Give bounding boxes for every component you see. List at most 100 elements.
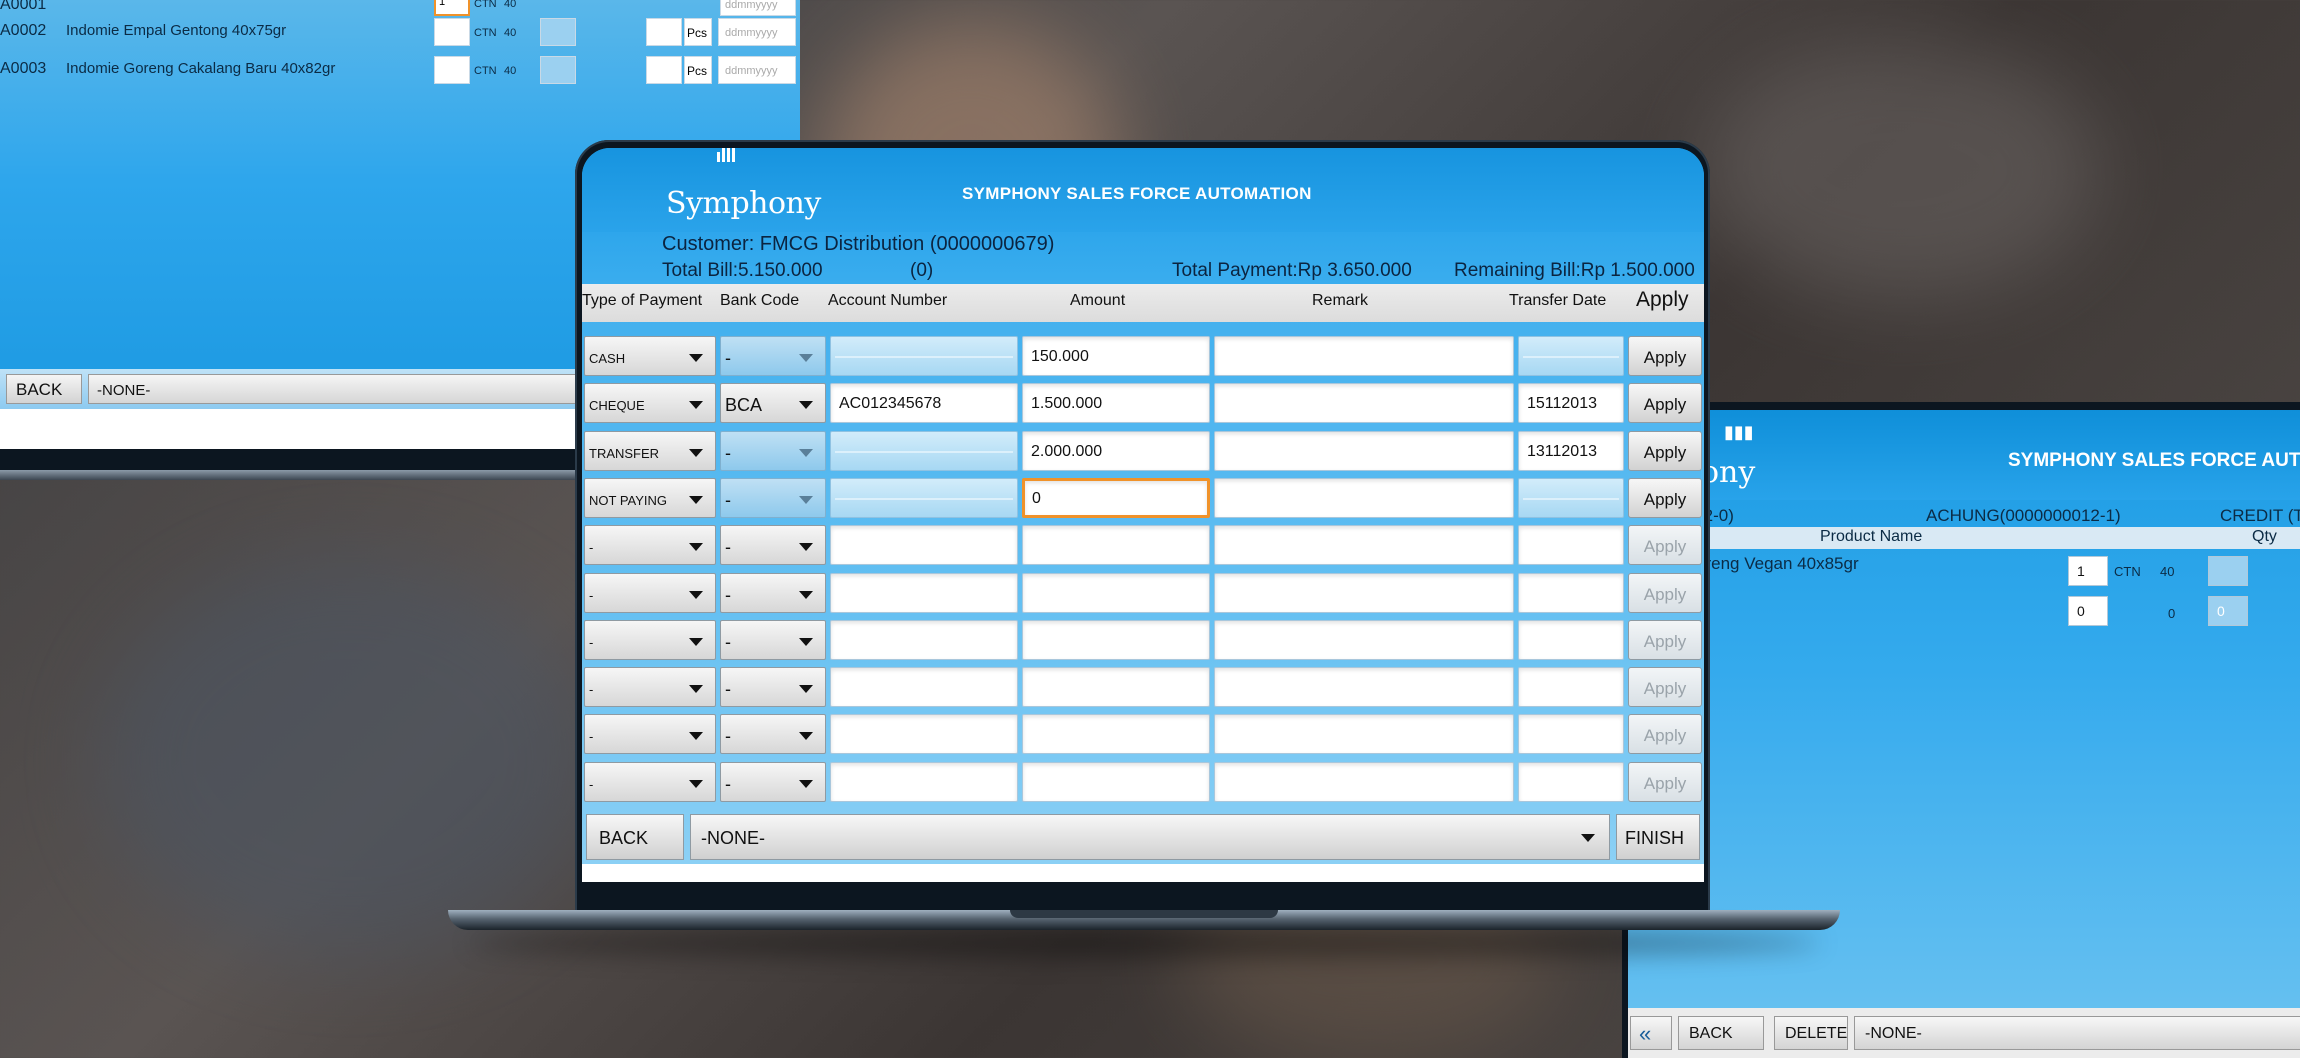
stepper-box[interactable] [540, 18, 576, 46]
transfer-date-input[interactable] [1518, 525, 1624, 565]
account-number-input[interactable] [830, 525, 1018, 565]
bank-code-select[interactable]: BCA [720, 383, 826, 423]
remark-input[interactable] [1214, 714, 1514, 754]
stepper-box[interactable]: 0 [2208, 596, 2248, 626]
amount-input[interactable] [1022, 667, 1210, 707]
column-header: Product Name Qty [1628, 527, 2300, 549]
finish-button[interactable]: FINISH [1616, 814, 1700, 860]
transfer-date-input[interactable] [1518, 762, 1624, 802]
reason-select[interactable]: -NONE- [1854, 1016, 2300, 1050]
apply-button[interactable]: Apply [1628, 667, 1702, 707]
payment-type-select[interactable]: TRANSFER [584, 431, 716, 471]
bank-code-select[interactable]: - [720, 762, 826, 802]
amount-input[interactable] [1022, 714, 1210, 754]
payment-type-select[interactable]: - [584, 714, 716, 754]
payment-type-select[interactable]: - [584, 762, 716, 802]
amount-input[interactable] [1022, 573, 1210, 613]
payment-type-select[interactable]: - [584, 573, 716, 613]
qty-input[interactable]: 1 [2068, 556, 2108, 586]
account-number-input[interactable] [830, 573, 1018, 613]
bank-code-select[interactable]: - [720, 667, 826, 707]
account-number-input[interactable]: AC012345678 [830, 383, 1018, 423]
transfer-date-input[interactable]: 13112013 [1518, 431, 1624, 471]
date-input[interactable]: ddmmyyyy [718, 56, 796, 84]
remark-input[interactable] [1214, 431, 1514, 471]
payment-type-value: - [589, 588, 594, 603]
back-button[interactable]: BACK [6, 374, 82, 404]
payment-type-select[interactable]: CASH [584, 336, 716, 376]
amount-input[interactable] [1022, 762, 1210, 802]
back-button[interactable]: BACK [1678, 1016, 1764, 1050]
account-number-input[interactable] [830, 336, 1018, 376]
remark-input[interactable] [1214, 762, 1514, 802]
apply-button[interactable]: Apply [1628, 573, 1702, 613]
bank-code-select[interactable]: - [720, 336, 826, 376]
bank-code-select[interactable]: - [720, 620, 826, 660]
qty-input[interactable] [434, 56, 470, 84]
remark-input[interactable] [1214, 478, 1514, 518]
transfer-date-input[interactable] [1518, 667, 1624, 707]
date-input[interactable]: ddmmyyyy [718, 18, 796, 46]
apply-button[interactable]: Apply [1628, 478, 1702, 518]
transfer-date-input[interactable] [1518, 620, 1624, 660]
stepper-box[interactable] [540, 56, 576, 84]
transfer-date-input[interactable] [1518, 336, 1624, 376]
qty-input[interactable] [646, 18, 682, 46]
account-number-input[interactable] [830, 620, 1018, 660]
amount-input[interactable]: 150.000 [1022, 336, 1210, 376]
stepper-box[interactable] [2208, 556, 2248, 586]
qty-input[interactable] [646, 56, 682, 84]
qty-input[interactable]: 0 [2068, 596, 2108, 626]
apply-button[interactable]: Apply [1628, 431, 1702, 471]
bank-code-value: - [725, 348, 731, 368]
account-number-input[interactable] [830, 714, 1018, 754]
transfer-date-input[interactable] [1518, 478, 1624, 518]
bank-code-select[interactable]: - [720, 573, 826, 613]
chevron-down-icon [799, 780, 813, 788]
payment-type-select[interactable]: CHEQUE [584, 383, 716, 423]
amount-input[interactable]: 0 [1022, 478, 1210, 518]
apply-button[interactable]: Apply [1628, 525, 1702, 565]
back-button[interactable]: BACK [586, 814, 684, 860]
remark-input[interactable] [1214, 336, 1514, 376]
payment-type-select[interactable]: - [584, 525, 716, 565]
uom-select[interactable]: Pcs [684, 56, 712, 84]
payment-type-select[interactable]: - [584, 667, 716, 707]
right-bottom-bar: « BACK DELETE -NONE- [1628, 1008, 2300, 1058]
apply-button[interactable]: Apply [1628, 714, 1702, 754]
transfer-date-input[interactable] [1518, 714, 1624, 754]
logo: Symphony [666, 186, 821, 221]
apply-button[interactable]: Apply [1628, 336, 1702, 376]
bank-code-select[interactable]: - [720, 431, 826, 471]
chevron-down-icon [689, 496, 703, 504]
account-number-input[interactable] [830, 478, 1018, 518]
uom-select[interactable]: Pcs [684, 18, 712, 46]
transfer-date-input[interactable] [1518, 573, 1624, 613]
remark-input[interactable] [1214, 667, 1514, 707]
qty-input[interactable] [434, 18, 470, 46]
amount-input[interactable]: 2.000.000 [1022, 431, 1210, 471]
delete-button[interactable]: DELETE [1774, 1016, 1848, 1050]
account-number-input[interactable] [830, 667, 1018, 707]
bank-code-select[interactable]: - [720, 525, 826, 565]
reason-select[interactable]: -NONE- [690, 814, 1610, 860]
apply-button[interactable]: Apply [1628, 620, 1702, 660]
remark-input[interactable] [1214, 383, 1514, 423]
payment-type-select[interactable]: NOT PAYING [584, 478, 716, 518]
apply-button[interactable]: Apply [1628, 762, 1702, 802]
remark-input[interactable] [1214, 525, 1514, 565]
bank-code-select[interactable]: - [720, 478, 826, 518]
transfer-date-input[interactable]: 15112013 [1518, 383, 1624, 423]
account-number-input[interactable] [830, 431, 1018, 471]
amount-input[interactable] [1022, 525, 1210, 565]
bank-code-select[interactable]: - [720, 714, 826, 754]
apply-button[interactable]: Apply [1628, 383, 1702, 423]
remark-input[interactable] [1214, 620, 1514, 660]
remark-input[interactable] [1214, 573, 1514, 613]
amount-input[interactable] [1022, 620, 1210, 660]
bank-code-value: - [725, 726, 731, 746]
payment-type-select[interactable]: - [584, 620, 716, 660]
amount-input[interactable]: 1.500.000 [1022, 383, 1210, 423]
prev-icon[interactable]: « [1630, 1016, 1672, 1050]
account-number-input[interactable] [830, 762, 1018, 802]
